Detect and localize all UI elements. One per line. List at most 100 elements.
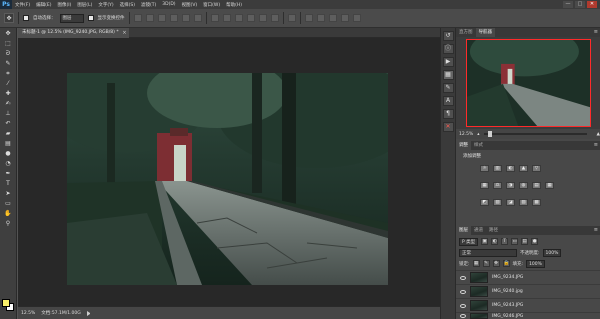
distribute-center-icon[interactable]	[258, 14, 267, 22]
blend-mode-dropdown[interactable]: 正常	[459, 248, 517, 257]
foreground-color-swatch[interactable]	[2, 299, 10, 307]
brush-panel-icon[interactable]: ✎	[442, 83, 454, 93]
auto-align-icon[interactable]	[287, 14, 296, 22]
black-white-icon[interactable]: ◑	[506, 182, 515, 189]
status-menu-arrow-icon[interactable]	[86, 310, 92, 316]
type-icon[interactable]: T	[2, 179, 15, 188]
levels-icon[interactable]: ▥	[493, 165, 502, 172]
align-middle-icon[interactable]	[145, 14, 154, 22]
navigator-view-box[interactable]	[466, 39, 591, 127]
menu-type[interactable]: 文字(Y)	[95, 2, 116, 8]
blur-icon[interactable]: ●	[2, 149, 15, 158]
path-select-icon[interactable]: ➤	[2, 189, 15, 198]
fill-field[interactable]: 100%	[526, 259, 545, 268]
move-icon[interactable]: ✥	[2, 29, 15, 38]
dodge-icon[interactable]: ◔	[2, 159, 15, 168]
document-tab[interactable]: 未标题-1 @ 12.5% (IMG_9240.JPG, RGB/8) * ×	[18, 28, 129, 38]
align-center-icon[interactable]	[181, 14, 190, 22]
pen-icon[interactable]: ✒	[2, 169, 15, 178]
eye-icon[interactable]	[460, 303, 466, 308]
shape-icon[interactable]: ▭	[2, 199, 15, 208]
lock-transparent-icon[interactable]: ▦	[472, 260, 480, 267]
opacity-field[interactable]: 100%	[542, 248, 562, 257]
navigator-zoom-slider[interactable]	[483, 131, 587, 137]
canvas-image[interactable]	[67, 73, 388, 285]
lock-image-icon[interactable]: ✎	[482, 260, 490, 267]
vibrance-icon[interactable]: ▽	[532, 165, 541, 172]
auto-select-target-dropdown[interactable]: 图层	[59, 13, 84, 23]
tab-channels[interactable]: 通道	[471, 226, 486, 235]
filter-adjustment-icon[interactable]: ◐	[491, 238, 499, 245]
brightness-contrast-icon[interactable]: ☼	[480, 165, 489, 172]
panel-menu-icon[interactable]: ≡	[594, 226, 600, 235]
panel-menu-icon[interactable]: ≡	[594, 141, 600, 150]
tab-navigator[interactable]: 导航器	[475, 28, 495, 37]
photo-filter-icon[interactable]: ◍	[519, 182, 528, 189]
eraser-icon[interactable]: ▰	[2, 129, 15, 138]
stamp-icon[interactable]: ⊥	[2, 109, 15, 118]
navigator-zoom-value[interactable]: 12.5%	[459, 132, 473, 137]
selective-color-icon[interactable]: ▧	[519, 199, 528, 206]
filter-shape-icon[interactable]: ▭	[511, 238, 519, 245]
history-panel-icon[interactable]: ↺	[442, 31, 454, 41]
maximize-button[interactable]: □	[575, 1, 585, 8]
panel-menu-icon[interactable]: ≡	[594, 28, 600, 37]
channel-mixer-icon[interactable]: ▤	[532, 182, 541, 189]
distribute-right-icon[interactable]	[270, 14, 279, 22]
show-transform-checkbox[interactable]	[87, 15, 94, 21]
menu-image[interactable]: 图像(I)	[54, 2, 74, 8]
eyedropper-icon[interactable]: ⁄	[2, 79, 15, 88]
zoom-icon[interactable]: ⚲	[2, 219, 15, 228]
filter-toggle-icon[interactable]: ●	[531, 238, 539, 245]
navigator-zoom-slider-knob[interactable]	[487, 131, 492, 137]
properties-panel-icon[interactable]: ▦	[442, 70, 454, 80]
menu-3d[interactable]: 3D(D)	[159, 2, 178, 7]
curves-icon[interactable]: ◐	[506, 165, 515, 172]
brush-icon[interactable]: ✍	[2, 99, 15, 108]
filter-smart-icon[interactable]: ▤	[521, 238, 529, 245]
eye-icon[interactable]	[460, 289, 466, 294]
tab-styles[interactable]: 样式	[471, 141, 486, 150]
history-brush-icon[interactable]: ↶	[2, 119, 15, 128]
layer-filter-dropdown[interactable]: P 类型	[459, 237, 479, 246]
zoom-in-icon[interactable]: ▲	[597, 132, 600, 137]
menu-file[interactable]: 文件(F)	[12, 2, 33, 8]
layer-row[interactable]: IMG_9246.JPG	[456, 312, 600, 319]
align-bottom-icon[interactable]	[157, 14, 166, 22]
3d-rotate-icon[interactable]	[304, 14, 313, 22]
distribute-middle-icon[interactable]	[222, 14, 231, 22]
character-panel-icon[interactable]: A	[442, 96, 454, 106]
tab-paths[interactable]: 路径	[486, 226, 501, 235]
eye-icon[interactable]	[460, 314, 466, 318]
lock-position-icon[interactable]: ✥	[492, 260, 500, 267]
align-right-icon[interactable]	[193, 14, 202, 22]
tool-preset-panel-icon[interactable]: ✕	[442, 122, 454, 132]
posterize-icon[interactable]: ▨	[493, 199, 502, 206]
menu-layer[interactable]: 图层(L)	[74, 2, 95, 8]
invert-icon[interactable]: ◩	[480, 199, 489, 206]
hand-icon[interactable]: ✋	[2, 209, 15, 218]
threshold-icon[interactable]: ◪	[506, 199, 515, 206]
layer-row[interactable]: IMG_9240.jpg	[456, 284, 600, 298]
paragraph-panel-icon[interactable]: ¶	[442, 109, 454, 119]
distribute-bottom-icon[interactable]	[234, 14, 243, 22]
hue-saturation-icon[interactable]: ▦	[480, 182, 489, 189]
distribute-left-icon[interactable]	[246, 14, 255, 22]
menu-view[interactable]: 视图(V)	[179, 2, 201, 8]
menu-window[interactable]: 窗口(W)	[200, 2, 223, 8]
actions-panel-icon[interactable]: ▶	[442, 57, 454, 67]
tab-layers[interactable]: 图层	[456, 226, 471, 235]
zoom-out-icon[interactable]: ▴	[477, 132, 479, 137]
menu-edit[interactable]: 编辑(E)	[33, 2, 54, 8]
filter-type-icon[interactable]: T	[501, 238, 509, 245]
3d-scale-icon[interactable]	[352, 14, 361, 22]
distribute-top-icon[interactable]	[210, 14, 219, 22]
minimize-button[interactable]: —	[563, 1, 573, 8]
3d-roll-icon[interactable]	[316, 14, 325, 22]
menu-filter[interactable]: 滤镜(T)	[138, 2, 159, 8]
eye-icon[interactable]	[460, 275, 466, 280]
gradient-icon[interactable]: ▤	[2, 139, 15, 148]
move-tool-preset-icon[interactable]: ✥	[4, 13, 14, 23]
marquee-icon[interactable]: ⬚	[2, 39, 15, 48]
status-zoom[interactable]: 12.5%	[21, 311, 35, 316]
